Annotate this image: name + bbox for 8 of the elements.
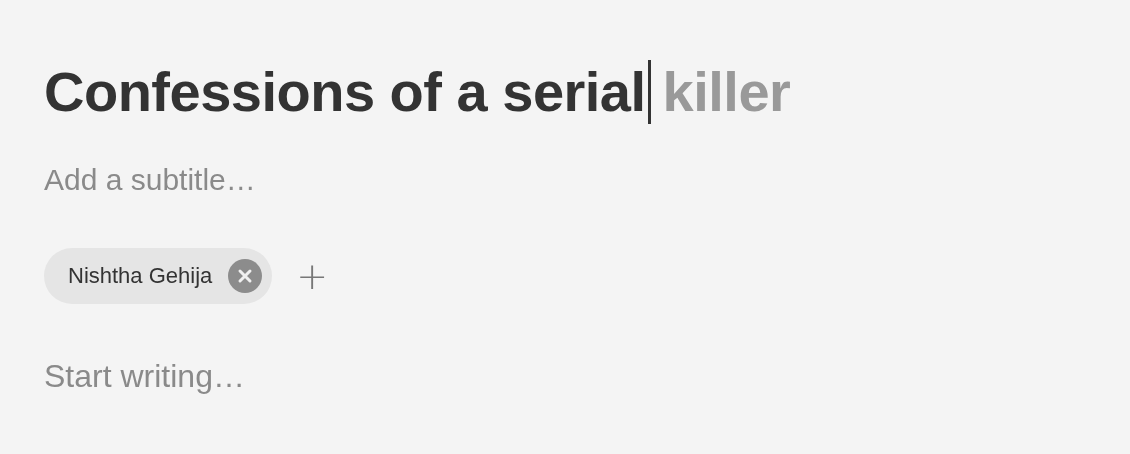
remove-icon[interactable] xyxy=(228,259,263,293)
title-field[interactable]: Confessions of a serial killer xyxy=(44,56,791,128)
text-cursor xyxy=(647,60,651,124)
author-name: Nishtha Gehija xyxy=(68,263,213,289)
body-field[interactable]: Start writing… xyxy=(44,354,744,398)
add-author-button[interactable]: + xyxy=(292,256,333,296)
autocomplete-suggestion: killer xyxy=(662,59,791,125)
subtitle-field[interactable]: Add a subtitle… xyxy=(44,160,744,200)
